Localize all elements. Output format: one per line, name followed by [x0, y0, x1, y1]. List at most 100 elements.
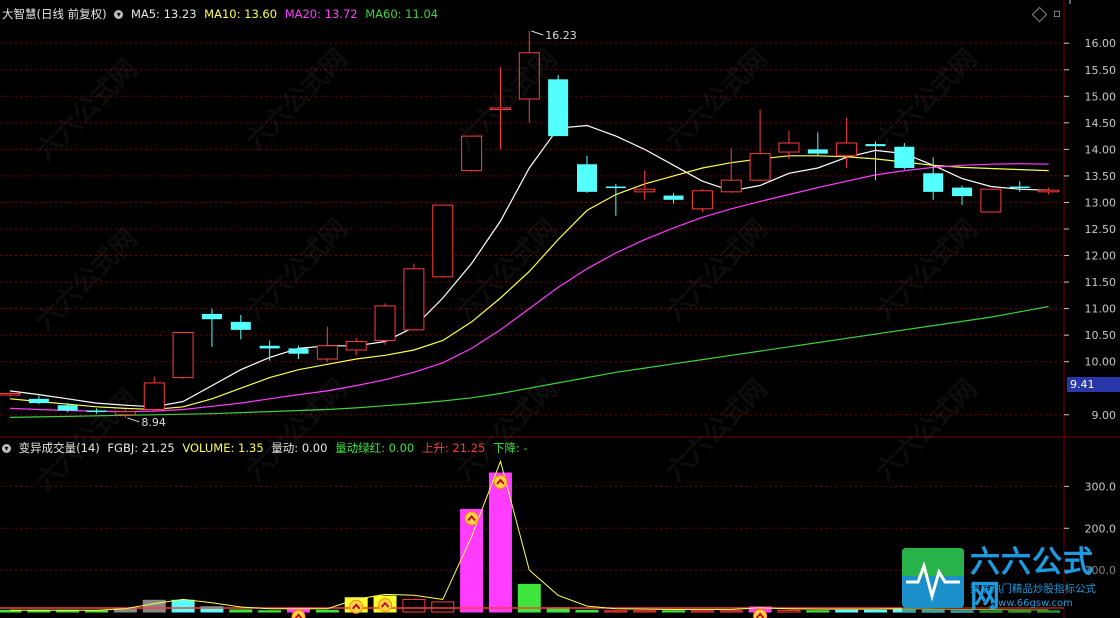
volume-bar [229, 609, 253, 613]
volume-bar [258, 610, 282, 613]
candle-body [691, 190, 713, 210]
candle-body [605, 186, 626, 189]
volume-bar [690, 610, 714, 613]
candle [1038, 187, 1060, 195]
candle-body [259, 345, 280, 349]
stock-title[interactable]: 大智慧(日线 前复权) [2, 7, 107, 21]
candle-body [172, 332, 194, 379]
up-arrow-icon [464, 511, 479, 526]
volume-bar [85, 610, 109, 613]
price-tick-label: 10.00 [1085, 356, 1117, 369]
ma5-value: MA5: 13.23 [130, 7, 197, 21]
candle-body [432, 204, 454, 278]
volume-value: VOLUME: 1.35 [182, 441, 264, 455]
candle-body [778, 142, 800, 153]
candle [548, 75, 569, 137]
candle-body [634, 188, 656, 193]
candle [143, 376, 165, 413]
current-price-tag: 9.41 [1067, 377, 1120, 392]
price-tick-label: 12.50 [1085, 223, 1117, 236]
moving-average-lines [9, 124, 1049, 418]
logo-url: www.66gsw.com [990, 598, 1073, 609]
candle-body [577, 164, 597, 192]
ma10-value: MA10: 13.60 [204, 7, 278, 21]
volume-bar [604, 610, 628, 613]
candle [749, 109, 771, 182]
candle-body [201, 313, 222, 320]
candle [230, 314, 251, 340]
volume-tick-label: 200.0 [1085, 522, 1117, 535]
volume-bar [488, 472, 512, 613]
candle [577, 155, 597, 193]
price-tick-label: 13.50 [1085, 170, 1117, 183]
candle [374, 303, 396, 345]
candle-body [230, 321, 251, 330]
candle [634, 170, 656, 200]
liangdong-lvhong-value: 量动绿红: 0.00 [335, 441, 415, 455]
candle [720, 148, 742, 193]
candle-body [980, 188, 1002, 213]
ma60-value: MA60: 11.04 [365, 7, 439, 21]
candle-body [836, 142, 858, 157]
candle [403, 263, 425, 331]
price-tick-label: 16.00 [1085, 37, 1117, 50]
candle [778, 130, 800, 159]
indicator-menu-icon[interactable]: ▾ [2, 444, 11, 453]
candle-body [403, 268, 425, 331]
watermark-logo: 六六公式网 聚焦热门精品炒股指标公式 www.66gsw.com [902, 546, 1120, 614]
volume-bar [171, 599, 195, 613]
candle-body [374, 305, 396, 341]
indicator-title[interactable]: 变异成交量(14) [19, 441, 100, 455]
price-tick-label: 15.50 [1085, 64, 1117, 77]
price-tick-label: 11.50 [1085, 276, 1117, 289]
volume-bar [777, 609, 801, 613]
candle-body [807, 149, 828, 154]
candle-body [28, 398, 49, 404]
candle [345, 337, 367, 356]
candle [605, 183, 626, 216]
price-tick-label: 10.50 [1085, 329, 1117, 342]
candle [663, 192, 684, 204]
logo-subtitle: 聚焦热门精品炒股指标公式 [970, 583, 1096, 595]
up-arrow-icon [349, 599, 364, 614]
volume-bar [315, 609, 339, 613]
up-arrow-icon [378, 598, 393, 613]
up-arrow-icon [493, 475, 508, 490]
high-arrow [531, 30, 544, 36]
shangsheng-value: 上升: 21.25 [421, 441, 486, 455]
candle [172, 332, 194, 379]
candle-body [720, 179, 742, 193]
candle-body [0, 393, 21, 396]
candle-body [1009, 186, 1030, 189]
indicator-menu-icon[interactable]: ▾ [114, 10, 124, 19]
candle [259, 340, 280, 361]
high-label: 16.23 [545, 29, 577, 42]
volume-bar [633, 610, 657, 613]
candle [201, 308, 222, 347]
candle-body [57, 405, 78, 411]
candle-body [923, 173, 944, 192]
volume-bar [402, 598, 426, 613]
candle-body [663, 195, 684, 200]
price-tick-label: 9.00 [1092, 409, 1117, 422]
candle-body [345, 341, 367, 351]
price-tick-label: 11.00 [1085, 303, 1117, 316]
candle-body [548, 79, 569, 137]
volume-bar [662, 610, 686, 613]
volume-tick-label: 300.0 [1085, 480, 1117, 493]
low-label: 8.94 [141, 416, 166, 429]
volume-bar [575, 609, 599, 613]
volume-bar [835, 609, 859, 613]
price-tick-label: 15.00 [1085, 90, 1117, 103]
fgbj-value: FGBJ: 21.25 [107, 441, 175, 455]
candle-body [749, 153, 771, 181]
liangdong-value: 量动: 0.00 [271, 441, 328, 455]
main-chart-header: 大智慧(日线 前复权) ▾ MA5: 13.23 MA10: 13.60 MA2… [2, 6, 442, 22]
ma20-value: MA20: 13.72 [284, 7, 358, 21]
expand-icon[interactable]: ▫ [1053, 6, 1061, 20]
candle-body [1038, 189, 1060, 193]
volume-bar [719, 610, 743, 613]
candle-body [316, 345, 338, 360]
xiajiang-value: 下降: - [493, 441, 528, 455]
logo-icon [902, 548, 964, 608]
